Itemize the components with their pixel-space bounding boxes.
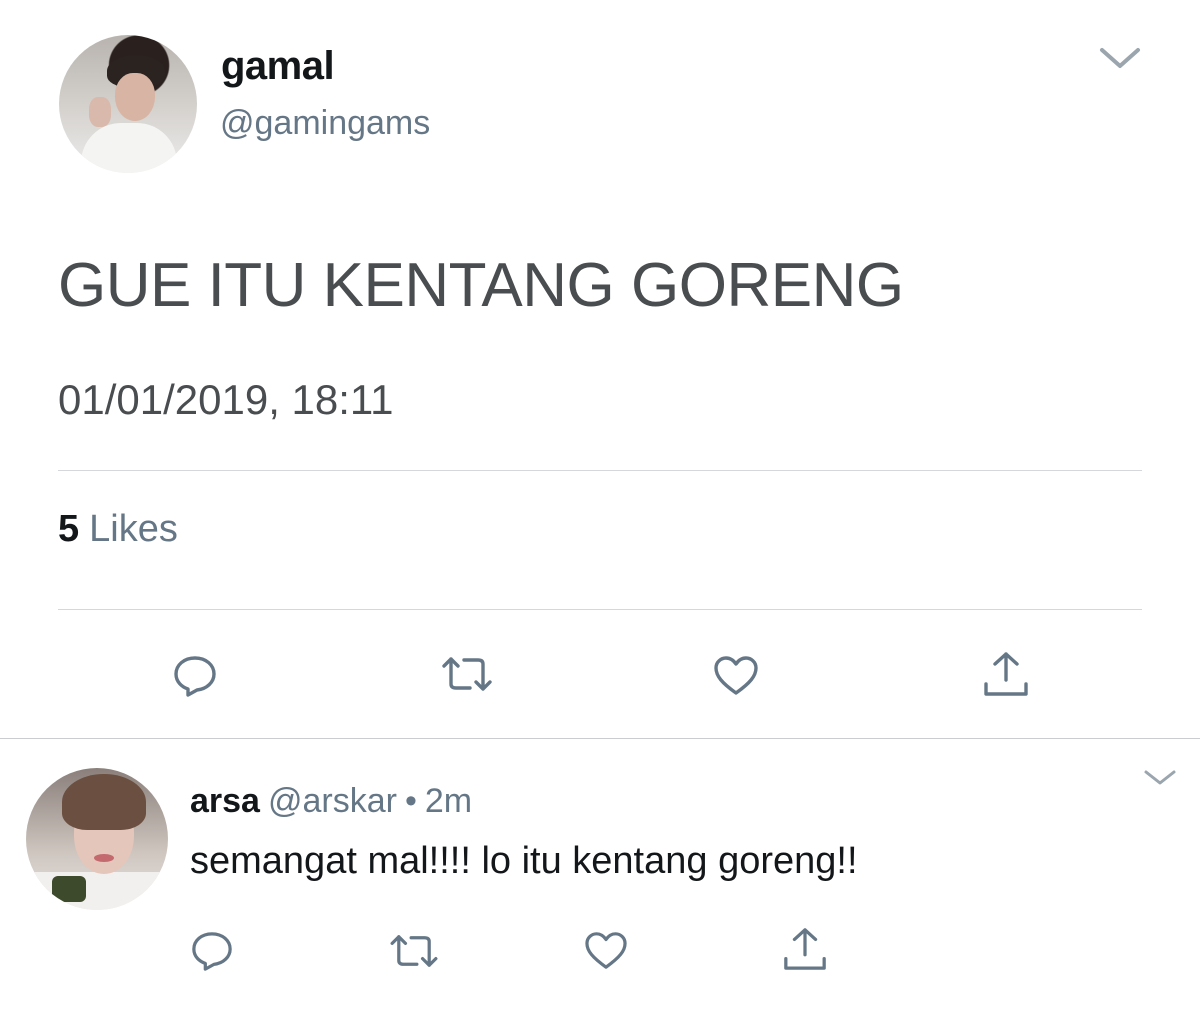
reply-icon[interactable] bbox=[190, 930, 234, 972]
chevron-down-icon[interactable] bbox=[1142, 768, 1178, 788]
reply-header: arsa @arskar • 2m bbox=[190, 782, 472, 821]
reply-text: semangat mal!!!! lo itu kentang goreng!! bbox=[190, 840, 858, 882]
likes-count: 5 bbox=[58, 508, 80, 550]
reply-author-name[interactable]: arsa bbox=[190, 782, 260, 820]
tweet-timestamp: 01/01/2019, 18:11 bbox=[58, 376, 394, 423]
avatar-hair bbox=[62, 774, 146, 830]
reply-time[interactable]: 2m bbox=[425, 782, 472, 820]
divider bbox=[58, 609, 1142, 610]
reply-separator: • bbox=[404, 782, 417, 820]
author-display-name[interactable]: gamal bbox=[221, 44, 335, 89]
avatar-badge bbox=[52, 876, 86, 902]
heart-icon[interactable] bbox=[583, 930, 629, 970]
avatar-clothing bbox=[26, 872, 168, 910]
retweet-icon[interactable] bbox=[388, 932, 440, 970]
divider bbox=[58, 470, 1142, 471]
likes-summary[interactable]: 5 Likes bbox=[58, 508, 178, 551]
chevron-down-icon[interactable] bbox=[1098, 44, 1142, 72]
reply-icon[interactable] bbox=[172, 654, 218, 698]
author-avatar[interactable] bbox=[59, 35, 197, 173]
tweet-text: GUE ITU KENTANG GORENG bbox=[58, 251, 904, 320]
avatar-shirt bbox=[81, 123, 177, 173]
heart-icon[interactable] bbox=[712, 654, 760, 696]
likes-label: Likes bbox=[89, 508, 178, 550]
avatar-lips bbox=[94, 854, 114, 862]
retweet-icon[interactable] bbox=[440, 654, 494, 694]
reply-author-avatar[interactable] bbox=[26, 768, 168, 910]
author-handle[interactable]: @gamingams bbox=[220, 104, 430, 143]
share-icon[interactable] bbox=[982, 650, 1030, 698]
reply-author-handle[interactable]: @arskar bbox=[268, 782, 397, 820]
section-divider bbox=[0, 738, 1200, 739]
share-icon[interactable] bbox=[782, 926, 828, 972]
avatar-face bbox=[115, 73, 155, 121]
avatar-hand bbox=[89, 97, 111, 127]
